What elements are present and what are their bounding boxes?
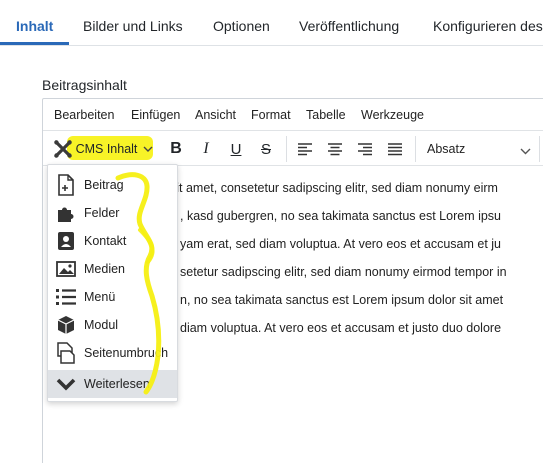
block-format-value: Absatz (427, 142, 466, 156)
align-left-icon (298, 143, 312, 156)
align-center-icon (328, 143, 342, 156)
dropdown-item-label: Beitrag (84, 178, 124, 192)
dropdown-item-weiterlesen[interactable]: Weiterlesen (48, 370, 177, 398)
strikethrough-button[interactable]: S (251, 135, 281, 163)
content-line: setetur sadipscing elitr, sed diam nonum… (180, 265, 507, 279)
list-icon (55, 286, 77, 308)
dropdown-item-felder[interactable]: Felder (48, 199, 177, 227)
block-format-select[interactable]: Absatz (419, 135, 539, 163)
image-icon (55, 258, 77, 280)
content-line: sit amet, consetetur sadipscing elitr, s… (170, 181, 498, 195)
dropdown-item-beitrag[interactable]: Beitrag (48, 171, 177, 199)
align-right-icon (358, 143, 372, 156)
content-line: n, no sea takimata sanctus est Lorem ips… (180, 293, 504, 307)
tab-bar: Inhalt Bilder und Links Optionen Veröffe… (0, 0, 543, 46)
dropdown-item-label: Weiterlesen (84, 377, 150, 391)
toolbar-separator (415, 136, 416, 162)
dropdown-item-label: Menü (84, 290, 116, 304)
tab-inhalt[interactable]: Inhalt (0, 0, 69, 45)
tab-veroeffentlichung[interactable]: Veröffentlichung (299, 0, 399, 45)
content-line: yam erat, sed diam voluptua. At vero eos… (180, 237, 501, 251)
align-justify-button[interactable] (381, 135, 409, 163)
dropdown-item-label: Felder (84, 206, 120, 220)
joomla-icon (53, 139, 73, 159)
dropdown-item-label: Medien (84, 262, 125, 276)
tab-bilder-und-links[interactable]: Bilder und Links (83, 0, 183, 45)
align-left-button[interactable] (291, 135, 319, 163)
menu-ansicht[interactable]: Ansicht (195, 108, 236, 122)
chevron-down-icon (143, 142, 153, 156)
content-line: , kasd gubergren, no sea takimata sanctu… (180, 209, 502, 223)
chevron-down-icon (520, 144, 531, 158)
page-break-icon (55, 342, 77, 364)
align-right-button[interactable] (351, 135, 379, 163)
menu-einfuegen[interactable]: Einfügen (131, 108, 180, 122)
menu-format[interactable]: Format (251, 108, 291, 122)
dropdown-item-modul[interactable]: Modul (48, 311, 177, 339)
editor-menubar: Bearbeiten Einfügen Ansicht Format Tabel… (43, 99, 543, 131)
editor-toolbar: CMS Inhalt B I U S Absatz (43, 132, 543, 166)
file-plus-icon (55, 174, 77, 196)
dropdown-item-seitenumbruch[interactable]: Seitenumbruch (48, 339, 177, 367)
tab-optionen[interactable]: Optionen (213, 0, 270, 45)
toolbar-separator (539, 136, 540, 162)
field-label: Beitragsinhalt (42, 77, 127, 93)
menu-tabelle[interactable]: Tabelle (306, 108, 346, 122)
toolbar-separator (286, 136, 287, 162)
align-justify-icon (388, 143, 402, 156)
content-line: diam voluptua. At vero eos et accusam et… (180, 321, 502, 335)
align-center-button[interactable] (321, 135, 349, 163)
contact-card-icon (55, 230, 77, 252)
dropdown-item-menue[interactable]: Menü (48, 283, 177, 311)
dropdown-item-kontakt[interactable]: Kontakt (48, 227, 177, 255)
cms-content-label: CMS Inhalt (75, 142, 138, 156)
bold-button[interactable]: B (161, 135, 191, 163)
dropdown-item-label: Modul (84, 318, 119, 332)
dropdown-item-label: Kontakt (84, 234, 127, 248)
cms-content-dropdown: Beitrag Felder Kontakt Medien Menü Modul (47, 164, 178, 402)
menu-werkzeuge[interactable]: Werkzeuge (361, 108, 424, 122)
tab-konfigurieren[interactable]: Konfigurieren des (433, 0, 543, 45)
underline-button[interactable]: U (221, 135, 251, 163)
dropdown-item-label: Seitenumbruch (84, 346, 169, 360)
italic-button[interactable]: I (191, 135, 221, 163)
menu-bearbeiten[interactable]: Bearbeiten (54, 108, 114, 122)
cms-content-button[interactable]: CMS Inhalt (47, 135, 159, 163)
cube-icon (55, 314, 77, 336)
chevron-down-icon (55, 373, 77, 395)
dropdown-item-medien[interactable]: Medien (48, 255, 177, 283)
puzzle-icon (55, 202, 77, 224)
